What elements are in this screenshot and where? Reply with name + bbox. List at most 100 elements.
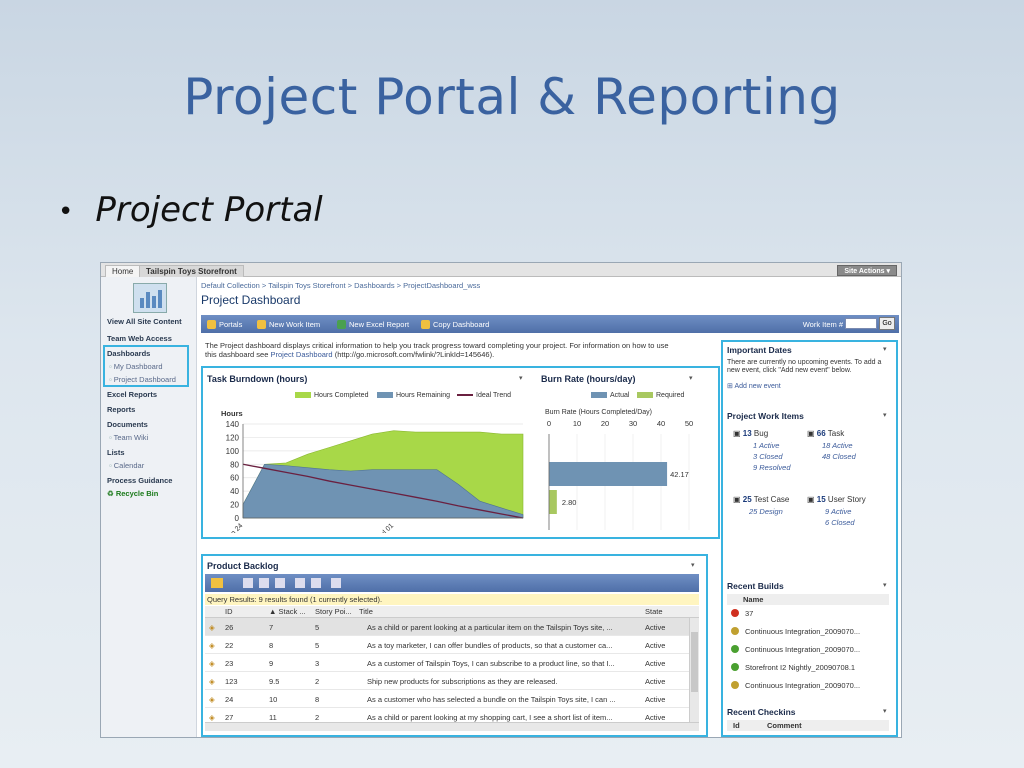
nav-my-dashboard[interactable]: My Dashboard bbox=[109, 362, 163, 371]
task-summary[interactable]: ▣ 66 Task bbox=[807, 429, 844, 438]
build-partial-icon bbox=[731, 681, 739, 689]
tab-site[interactable]: Tailspin Toys Storefront bbox=[139, 265, 244, 277]
cell-stack: 8 bbox=[269, 641, 274, 650]
tab-home[interactable]: Home bbox=[105, 265, 141, 277]
burnrate-chart: 0 10 20 30 40 50 42.17 2.80 bbox=[547, 419, 693, 530]
table-row[interactable]: ◈ 23 9 3 As a customer of Tailspin Toys, I c… bbox=[205, 654, 693, 672]
user-story-active[interactable]: 9 Active bbox=[825, 507, 851, 516]
nav-reports[interactable]: Reports bbox=[107, 405, 135, 414]
open-icon[interactable] bbox=[259, 578, 269, 588]
bug-resolved[interactable]: 9 Resolved bbox=[753, 463, 791, 472]
col-title[interactable]: Title bbox=[359, 607, 373, 616]
build-row[interactable]: Continuous Integration_2009070... bbox=[731, 681, 860, 690]
nav-excel-reports[interactable]: Excel Reports bbox=[107, 390, 157, 399]
task-active[interactable]: 18 Active bbox=[822, 441, 853, 450]
nav-process-guidance[interactable]: Process Guidance bbox=[107, 476, 172, 485]
builds-name-header[interactable]: Name bbox=[727, 594, 889, 605]
work-items-title: Project Work Items bbox=[727, 411, 804, 421]
legend-required: Required bbox=[637, 392, 684, 399]
nav-lists[interactable]: Lists bbox=[107, 448, 125, 457]
table-row[interactable]: ◈ 123 9.5 2 Ship new products for subscripti… bbox=[205, 672, 693, 690]
col-stack[interactable]: ▲ Stack ... bbox=[269, 607, 306, 616]
slide-title: Project Portal & Reporting bbox=[183, 68, 841, 126]
checkins-col-id[interactable]: Id bbox=[733, 721, 740, 730]
y-tick-label: 120 bbox=[226, 433, 240, 442]
user-story-summary[interactable]: ▣ 15 User Story bbox=[807, 495, 866, 504]
work-items-menu-icon[interactable]: ▾ bbox=[883, 411, 887, 419]
user-story-count: 15 bbox=[816, 495, 826, 504]
link-icon[interactable] bbox=[295, 578, 305, 588]
build-row[interactable]: Continuous Integration_2009070... bbox=[731, 627, 860, 636]
new-excel-report-button[interactable]: New Excel Report bbox=[337, 320, 409, 329]
checkins-col-comment[interactable]: Comment bbox=[767, 721, 802, 730]
nav-calendar[interactable]: Calendar bbox=[109, 461, 144, 470]
burnrate-subtitle: Burn Rate (Hours Completed/Day) bbox=[545, 409, 652, 416]
breadcrumb[interactable]: Default Collection > Tailspin Toys Store… bbox=[201, 281, 480, 290]
burndown-menu-icon[interactable]: ▾ bbox=[519, 374, 523, 382]
bug-active[interactable]: 1 Active bbox=[753, 441, 779, 450]
edit-icon[interactable] bbox=[311, 578, 321, 588]
backlog-hscrollbar[interactable] bbox=[205, 722, 699, 731]
add-new-event-link[interactable]: ⊞ Add new event bbox=[727, 382, 781, 390]
new-work-item-button[interactable]: New Work Item bbox=[257, 320, 320, 329]
recent-builds-menu-icon[interactable]: ▾ bbox=[883, 581, 887, 589]
nav-documents[interactable]: Documents bbox=[107, 420, 148, 429]
work-item-icon[interactable]: ◈ bbox=[209, 713, 215, 722]
work-item-input[interactable] bbox=[845, 318, 877, 329]
scrollbar-thumb[interactable] bbox=[691, 632, 698, 692]
work-item-icon[interactable]: ◈ bbox=[209, 659, 215, 668]
build-row[interactable]: 37 bbox=[731, 609, 753, 618]
test-case-count: 25 bbox=[742, 495, 752, 504]
recent-checkins-menu-icon[interactable]: ▾ bbox=[883, 707, 887, 715]
page-title: Project Dashboard bbox=[201, 293, 301, 307]
column-options-icon[interactable] bbox=[275, 578, 285, 588]
copy-dashboard-button[interactable]: Copy Dashboard bbox=[421, 320, 489, 329]
add-new-event-label: Add new event bbox=[734, 383, 781, 390]
new-item-icon[interactable] bbox=[211, 578, 223, 588]
build-partial-icon bbox=[731, 627, 739, 635]
bug-summary[interactable]: ▣ 13 Bug bbox=[733, 429, 768, 438]
col-id[interactable]: ID bbox=[225, 607, 233, 616]
go-button[interactable]: Go bbox=[879, 317, 895, 330]
important-dates-title: Important Dates bbox=[727, 345, 792, 355]
backlog-scrollbar[interactable] bbox=[689, 618, 699, 724]
legend-swatch-required bbox=[637, 392, 653, 399]
nav-view-all[interactable]: View All Site Content bbox=[107, 317, 182, 326]
burnrate-menu-icon[interactable]: ▾ bbox=[689, 374, 693, 382]
col-state[interactable]: State bbox=[645, 607, 663, 616]
bug-closed[interactable]: 3 Closed bbox=[753, 452, 783, 461]
test-case-design[interactable]: 25 Design bbox=[749, 507, 783, 516]
task-closed[interactable]: 48 Closed bbox=[822, 452, 856, 461]
nav-project-dashboard[interactable]: Project Dashboard bbox=[109, 375, 176, 384]
portals-button[interactable]: Portals bbox=[207, 320, 242, 329]
site-actions-button[interactable]: Site Actions ▾ bbox=[837, 265, 897, 276]
test-case-label: Test Case bbox=[753, 495, 790, 504]
important-dates-menu-icon[interactable]: ▾ bbox=[883, 345, 887, 353]
table-row[interactable]: ◈ 22 8 5 As a toy marketer, I can offer bund… bbox=[205, 636, 693, 654]
build-row[interactable]: Storefront I2 Nightly_20090708.1 bbox=[731, 663, 855, 672]
backlog-menu-icon[interactable]: ▾ bbox=[691, 561, 695, 569]
nav-team-wiki[interactable]: Team Wiki bbox=[109, 433, 149, 442]
nav-recycle-bin[interactable]: ♻ Recycle Bin bbox=[107, 489, 158, 498]
work-item-icon[interactable]: ◈ bbox=[209, 695, 215, 704]
refresh-icon[interactable] bbox=[243, 578, 253, 588]
test-case-summary[interactable]: ▣ 25 Test Case bbox=[733, 495, 789, 504]
work-item-icon[interactable]: ◈ bbox=[209, 623, 215, 632]
project-dashboard-link[interactable]: Project Dashboard bbox=[270, 350, 332, 359]
cell-stack: 10 bbox=[269, 695, 278, 704]
work-item-icon[interactable]: ◈ bbox=[209, 677, 215, 686]
intro-text-3: (http://go.microsoft.com/fwlink/?LinkId=… bbox=[334, 350, 495, 359]
user-story-closed[interactable]: 6 Closed bbox=[825, 518, 855, 527]
build-row[interactable]: Continuous Integration_2009070... bbox=[731, 645, 860, 654]
legend-swatch-completed bbox=[295, 392, 311, 399]
nav-dashboards[interactable]: Dashboards bbox=[107, 349, 150, 358]
nav-team-web-access[interactable]: Team Web Access bbox=[107, 334, 172, 343]
dashboard-screenshot: Home Tailspin Toys Storefront Site Actio… bbox=[100, 262, 902, 738]
table-row[interactable]: ◈ 24 10 8 As a customer who has selected a b… bbox=[205, 690, 693, 708]
work-item-icon[interactable]: ◈ bbox=[209, 641, 215, 650]
col-story-points[interactable]: Story Poi... bbox=[315, 607, 352, 616]
cell-state: Active bbox=[645, 713, 666, 722]
cell-title: Ship new products for subscriptions as t… bbox=[367, 677, 558, 686]
excel-export-icon[interactable] bbox=[331, 578, 341, 588]
table-row[interactable]: ◈ 26 7 5 As a child or parent looking at a p… bbox=[205, 618, 693, 636]
